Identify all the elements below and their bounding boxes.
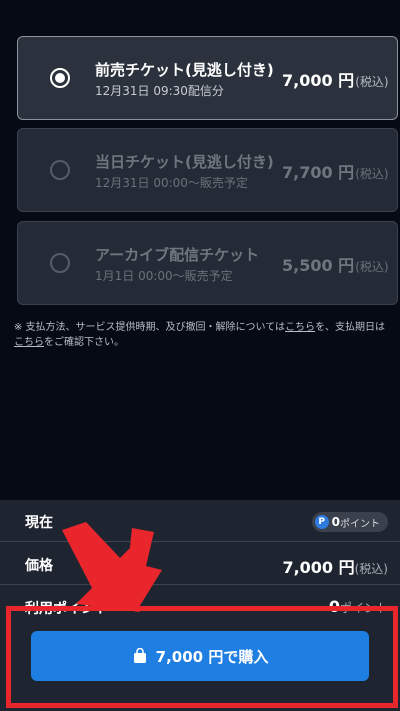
ticket-price: 7,700 円(税込) xyxy=(282,163,389,182)
points-unit: ポイント xyxy=(340,518,380,530)
points-icon: P xyxy=(314,515,329,529)
ticket-schedule: 1月1日 00:00〜販売予定 xyxy=(95,269,233,283)
purchase-button-label: 7,000 円で購入 xyxy=(155,647,269,666)
ticket-option-same-day: 当日チケット(見逃し付き) 12月31日 00:00〜販売予定 7,700 円(… xyxy=(17,128,398,212)
highlight-box: 7,000 円で購入 xyxy=(6,606,398,708)
radio-unselected-icon xyxy=(50,160,70,180)
annotation-arrow-icon xyxy=(62,522,162,612)
purchase-button[interactable]: 7,000 円で購入 xyxy=(31,631,369,681)
current-points-value: 0 xyxy=(331,515,340,529)
points-badge: P 0 ポイント xyxy=(311,512,388,532)
ticket-option-advance[interactable]: 前売チケット(見逃し付き) 12月31日 09:30配信分 7,000 円(税込… xyxy=(17,36,398,120)
ticket-price: 5,500 円(税込) xyxy=(282,256,389,275)
ticket-option-archive: アーカイブ配信チケット 1月1日 00:00〜販売予定 5,500 円(税込) xyxy=(17,221,398,305)
payment-due-link[interactable]: こちら xyxy=(14,337,44,348)
payment-note: ※ 支払方法、サービス提供時期、及び撤回・解除についてはこちらを、支払期日は こ… xyxy=(14,322,386,348)
ticket-name: アーカイブ配信チケット xyxy=(95,246,260,264)
terms-link[interactable]: こちら xyxy=(285,322,315,333)
ticket-name: 当日チケット(見逃し付き) xyxy=(95,153,274,171)
ticket-name: 前売チケット(見逃し付き) xyxy=(95,61,274,79)
ticket-price: 7,000 円(税込) xyxy=(282,71,389,90)
shopping-bag-icon xyxy=(133,648,146,663)
price-value: 7,000 円(税込) xyxy=(282,558,388,577)
radio-unselected-icon xyxy=(50,253,70,273)
ticket-schedule: 12月31日 09:30配信分 xyxy=(95,84,224,98)
radio-selected-icon[interactable] xyxy=(50,68,70,88)
ticket-schedule: 12月31日 00:00〜販売予定 xyxy=(95,176,248,190)
